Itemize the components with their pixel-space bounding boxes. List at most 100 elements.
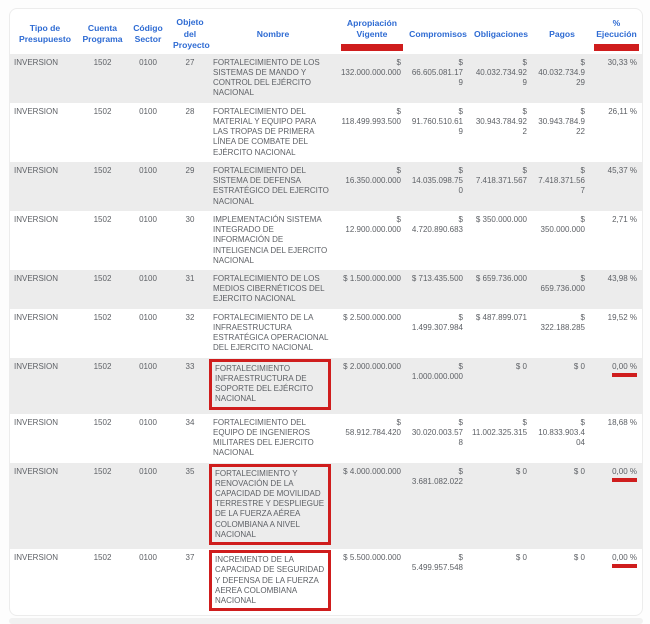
project-name-text: FORTALECIMIENTO DE LOS MEDIOS CIBERNÉTIC…: [213, 274, 331, 305]
cell-execution-pct: 30,33 %: [591, 54, 642, 103]
execution-value: 19,52 %: [608, 313, 637, 323]
cell-commitments: $ 5.499.957.548: [407, 549, 469, 615]
cell-project-name: FORTALECIMIENTO DE LOS SISTEMAS DE MANDO…: [209, 54, 337, 103]
cell-commitments: $ 91.760.510.619: [407, 103, 469, 162]
execution-value: 26,11 %: [608, 107, 637, 117]
cell-sector-code: 0100: [125, 103, 171, 162]
budget-execution-table: Tipo de Presupuesto Cuenta Programa Códi…: [10, 9, 642, 615]
cell-sector-code: 0100: [125, 309, 171, 358]
execution-value-red-underline-annotation: 0,00 %: [612, 553, 637, 568]
table-row: INVERSION 1502 0100 32 FORTALECIMIENTO D…: [10, 309, 642, 358]
cell-budget-type: INVERSION: [10, 309, 80, 358]
cell-execution-pct: 0,00 %: [591, 358, 642, 414]
cell-sector-code: 0100: [125, 270, 171, 309]
cell-execution-pct: 2,71 %: [591, 211, 642, 270]
project-name-text-red-box-annotation: INCREMENTO DE LA CAPACIDAD DE SEGURIDAD …: [209, 550, 331, 611]
cell-payments: $ 10.833.903.404: [533, 414, 591, 463]
cell-obligations: $ 350.000.000: [469, 211, 533, 270]
cell-program-account: 1502: [80, 414, 125, 463]
table-row: INVERSION 1502 0100 31 FORTALECIMIENTO D…: [10, 270, 642, 309]
cell-sector-code: 0100: [125, 358, 171, 414]
table-body: INVERSION 1502 0100 27 FORTALECIMIENTO D…: [10, 54, 642, 616]
cell-sector-code: 0100: [125, 162, 171, 211]
col-header-label: Compromisos: [409, 29, 467, 39]
cell-current-appropriation: $ 16.350.000.000: [337, 162, 407, 211]
cell-payments: $ 659.736.000: [533, 270, 591, 309]
execution-value: 45,37 %: [608, 166, 637, 176]
execution-value: 30,33 %: [608, 58, 637, 68]
col-header-project-object: Objeto del Proyecto: [171, 9, 209, 54]
col-header-label: Apropiación Vigente: [347, 18, 397, 40]
col-header-commitments: Compromisos: [407, 9, 469, 54]
cell-project-object: 32: [171, 309, 209, 358]
col-header-label: Objeto del Proyecto: [173, 17, 210, 50]
table-row: INVERSION 1502 0100 28 FORTALECIMIENTO D…: [10, 103, 642, 162]
cell-project-name: FORTALECIMIENTO Y RENOVACIÓN DE LA CAPAC…: [209, 463, 337, 550]
execution-value: 43,98 %: [608, 274, 637, 284]
cell-current-appropriation: $ 1.500.000.000: [337, 270, 407, 309]
cell-sector-code: 0100: [125, 211, 171, 270]
cell-budget-type: INVERSION: [10, 463, 80, 550]
table-row: INVERSION 1502 0100 27 FORTALECIMIENTO D…: [10, 54, 642, 103]
execution-value: 18,68 %: [608, 418, 637, 428]
cell-program-account: 1502: [80, 162, 125, 211]
cell-commitments: $ 1.000.000.000: [407, 358, 469, 414]
cell-project-object: 28: [171, 103, 209, 162]
table-header: Tipo de Presupuesto Cuenta Programa Códi…: [10, 9, 642, 54]
cell-payments: $ 350.000.000: [533, 211, 591, 270]
col-header-obligations: Obligaciones: [469, 9, 533, 54]
cell-project-name: IMPLEMENTACIÓN SISTEMA INTEGRADO DE INFO…: [209, 211, 337, 270]
cell-project-name: INCREMENTO DE LA CAPACIDAD DE SEGURIDAD …: [209, 549, 337, 615]
red-underline-annotation: [341, 44, 403, 51]
cell-sector-code: 0100: [125, 549, 171, 615]
table-row: INVERSION 1502 0100 34 FORTALECIMIENTO D…: [10, 414, 642, 463]
cell-payments: $ 30.943.784.922: [533, 103, 591, 162]
col-header-label: Cuenta Programa: [82, 23, 122, 45]
execution-value: 2,71 %: [612, 215, 637, 225]
cell-obligations: $ 487.899.071: [469, 309, 533, 358]
cell-program-account: 1502: [80, 103, 125, 162]
project-name-text: FORTALECIMIENTO DEL EQUIPO DE INGENIEROS…: [213, 418, 331, 459]
cell-budget-type: INVERSION: [10, 270, 80, 309]
project-name-text-red-box-annotation: FORTALECIMIENTO Y RENOVACIÓN DE LA CAPAC…: [209, 464, 331, 546]
cell-project-object: 33: [171, 358, 209, 414]
cell-payments: $ 0: [533, 463, 591, 550]
cell-current-appropriation: $ 4.000.000.000: [337, 463, 407, 550]
cell-current-appropriation: $ 2.500.000.000: [337, 309, 407, 358]
cell-budget-type: INVERSION: [10, 549, 80, 615]
cell-program-account: 1502: [80, 358, 125, 414]
project-name-text: FORTALECIMIENTO DE LA INFRAESTRUCTURA ES…: [213, 313, 331, 354]
cell-execution-pct: 43,98 %: [591, 270, 642, 309]
cell-obligations: $ 11.002.325.315: [469, 414, 533, 463]
cell-obligations: $ 30.943.784.922: [469, 103, 533, 162]
cell-project-name: FORTALECIMIENTO DEL MATERIAL Y EQUIPO PA…: [209, 103, 337, 162]
col-header-budget-type: Tipo de Presupuesto: [10, 9, 80, 54]
cell-program-account: 1502: [80, 270, 125, 309]
col-header-label: Nombre: [257, 29, 289, 39]
cell-budget-type: INVERSION: [10, 358, 80, 414]
col-header-label: Pagos: [549, 29, 575, 39]
cell-program-account: 1502: [80, 54, 125, 103]
cell-program-account: 1502: [80, 211, 125, 270]
col-header-current-appropriation: Apropiación Vigente: [337, 9, 407, 54]
col-header-label: Código Sector: [133, 23, 163, 45]
cell-commitments: $ 30.020.003.578: [407, 414, 469, 463]
red-underline-annotation: [594, 44, 638, 51]
project-name-text-red-box-annotation: FORTALECIMIENTO INFRAESTRUCTURA DE SOPOR…: [209, 359, 331, 410]
cell-execution-pct: 45,37 %: [591, 162, 642, 211]
cell-payments: $ 40.032.734.929: [533, 54, 591, 103]
cell-commitments: $ 1.499.307.984: [407, 309, 469, 358]
cell-commitments: $ 66.605.081.179: [407, 54, 469, 103]
cell-obligations: $ 7.418.371.567: [469, 162, 533, 211]
cell-current-appropriation: $ 58.912.784.420: [337, 414, 407, 463]
cell-sector-code: 0100: [125, 54, 171, 103]
cell-payments: $ 0: [533, 549, 591, 615]
budget-table-card: Tipo de Presupuesto Cuenta Programa Códi…: [9, 8, 643, 616]
cell-sector-code: 0100: [125, 463, 171, 550]
horizontal-scrollbar[interactable]: [9, 618, 643, 624]
cell-program-account: 1502: [80, 309, 125, 358]
cell-current-appropriation: $ 5.500.000.000: [337, 549, 407, 615]
cell-budget-type: INVERSION: [10, 211, 80, 270]
cell-obligations: $ 40.032.734.929: [469, 54, 533, 103]
cell-project-object: 29: [171, 162, 209, 211]
